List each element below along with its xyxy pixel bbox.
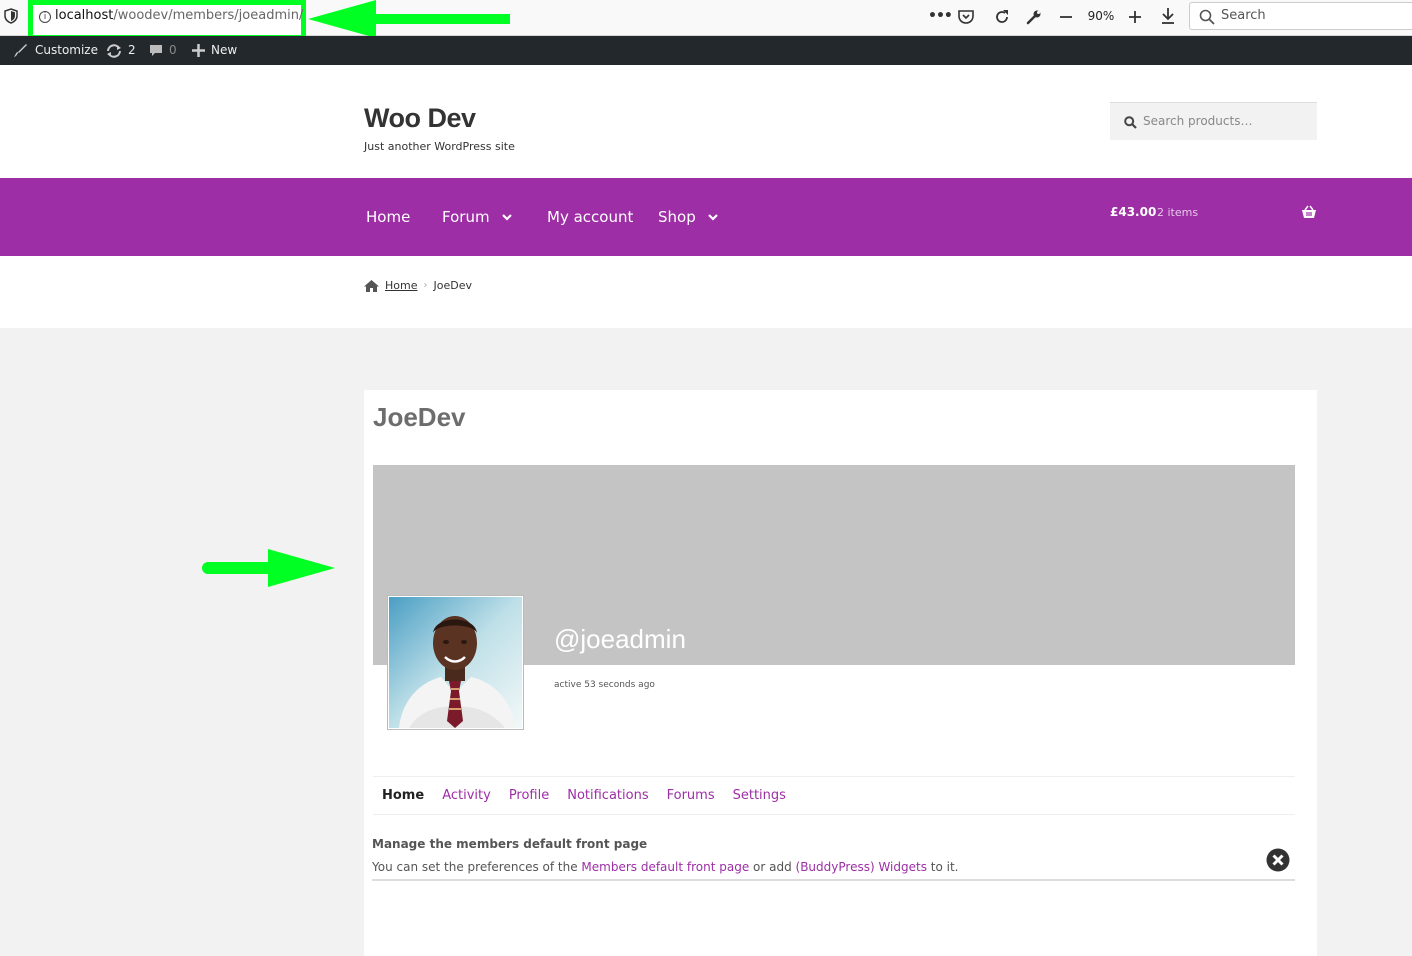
front-page-notice: Manage the members default front page Yo… bbox=[372, 834, 1295, 881]
paintbrush-icon bbox=[14, 43, 27, 57]
primary-navigation: Home Forum My account Shop £43.00 2 item… bbox=[0, 178, 1412, 256]
page-actions-icon[interactable]: ••• bbox=[928, 6, 953, 26]
notice-text-part: to it. bbox=[926, 860, 959, 874]
new-content-link[interactable]: New bbox=[192, 36, 237, 65]
zoom-in-icon[interactable] bbox=[1127, 7, 1143, 27]
customize-label: Customize bbox=[35, 43, 98, 57]
last-active-status: active 53 seconds ago bbox=[554, 680, 655, 690]
nav-item-my-account[interactable]: My account bbox=[547, 208, 633, 226]
nav-label: Home bbox=[366, 208, 411, 226]
wrench-icon[interactable] bbox=[1025, 7, 1043, 27]
breadcrumb: Home › JoeDev bbox=[364, 279, 472, 292]
header-cart[interactable]: £43.00 2 items bbox=[1110, 205, 1317, 225]
url-text[interactable]: localhost/woodev/members/joeadmin/ bbox=[55, 8, 303, 23]
cart-total: £43.00 bbox=[1110, 205, 1157, 219]
avatar[interactable] bbox=[387, 595, 524, 730]
browser-toolbar: i localhost/woodev/members/joeadmin/ •••… bbox=[0, 0, 1412, 40]
tab-notifications[interactable]: Notifications bbox=[567, 788, 648, 803]
tab-activity[interactable]: Activity bbox=[442, 788, 491, 803]
tab-profile[interactable]: Profile bbox=[509, 788, 549, 803]
url-path: /woodev/members/joeadmin/ bbox=[113, 8, 304, 23]
nav-label: Forum bbox=[442, 208, 490, 226]
basket-icon bbox=[1302, 205, 1316, 218]
new-label: New bbox=[211, 43, 238, 57]
breadcrumb-current: JoeDev bbox=[433, 279, 472, 292]
address-bar[interactable]: i localhost/woodev/members/joeadmin/ bbox=[28, 0, 306, 40]
notice-text-part: or add bbox=[749, 860, 796, 874]
nav-item-shop[interactable]: Shop bbox=[658, 208, 718, 226]
browser-search-box[interactable]: Search bbox=[1189, 2, 1412, 30]
chevron-down-icon[interactable] bbox=[501, 213, 512, 221]
comments-count: 0 bbox=[169, 43, 177, 57]
page-title: JoeDev bbox=[373, 402, 466, 432]
nav-label: My account bbox=[547, 208, 634, 226]
member-subnav: Home Activity Profile Notifications Foru… bbox=[373, 776, 1295, 815]
zoom-out-icon[interactable] bbox=[1058, 7, 1074, 27]
member-handle: @joeadmin bbox=[554, 624, 686, 654]
tracking-shield-icon[interactable] bbox=[4, 8, 18, 24]
notice-text: You can set the preferences of the Membe… bbox=[372, 860, 959, 874]
chevron-down-icon[interactable] bbox=[707, 213, 718, 221]
url-host: localhost bbox=[55, 8, 114, 23]
notice-text-part: You can set the preferences of the bbox=[372, 860, 582, 874]
reload-icon[interactable] bbox=[993, 7, 1011, 27]
download-icon[interactable] bbox=[1159, 6, 1177, 26]
annotation-arrow-icon bbox=[202, 549, 335, 587]
site-header: Woo Dev Just another WordPress site Sear… bbox=[0, 65, 1412, 178]
cart-count: 2 items bbox=[1157, 206, 1199, 219]
updates-link[interactable]: 2 bbox=[106, 36, 136, 65]
pocket-icon[interactable] bbox=[957, 7, 975, 27]
site-description: Just another WordPress site bbox=[364, 140, 515, 153]
close-icon[interactable] bbox=[1266, 848, 1290, 872]
notice-title: Manage the members default front page bbox=[372, 837, 648, 851]
comments-link[interactable]: 0 bbox=[149, 36, 177, 65]
breadcrumb-separator-icon: › bbox=[423, 280, 428, 291]
tab-home[interactable]: Home bbox=[382, 788, 424, 803]
comment-icon bbox=[150, 44, 162, 56]
product-search-placeholder: Search products… bbox=[1143, 114, 1253, 128]
tab-forums[interactable]: Forums bbox=[667, 788, 715, 803]
updates-icon bbox=[107, 43, 121, 58]
buddypress-widgets-link[interactable]: (BuddyPress) Widgets bbox=[796, 860, 927, 874]
search-icon bbox=[1199, 9, 1215, 25]
tab-settings[interactable]: Settings bbox=[733, 788, 786, 803]
avatar-photo bbox=[389, 597, 522, 728]
wp-admin-bar: Customize 2 0 New bbox=[0, 36, 1412, 65]
breadcrumb-band: Home › JoeDev bbox=[0, 256, 1412, 328]
annotation-arrow-icon bbox=[308, 0, 510, 38]
site-title[interactable]: Woo Dev bbox=[364, 103, 476, 134]
plus-icon bbox=[192, 44, 205, 57]
search-icon bbox=[1124, 116, 1137, 129]
breadcrumb-home-link[interactable]: Home bbox=[385, 279, 417, 292]
updates-count: 2 bbox=[128, 43, 136, 57]
home-icon bbox=[364, 279, 379, 292]
customize-link[interactable]: Customize bbox=[13, 36, 98, 65]
nav-label: Shop bbox=[658, 208, 696, 226]
nav-item-forum[interactable]: Forum bbox=[442, 208, 512, 226]
product-search-input[interactable]: Search products… bbox=[1110, 102, 1317, 140]
members-front-page-link[interactable]: Members default front page bbox=[581, 860, 749, 874]
member-content: JoeDev @joeadmin active 53 seconds ago H… bbox=[364, 390, 1317, 956]
nav-item-home[interactable]: Home bbox=[366, 208, 410, 226]
zoom-level[interactable]: 90% bbox=[1084, 6, 1118, 26]
browser-search-placeholder: Search bbox=[1221, 8, 1266, 23]
site-info-icon[interactable]: i bbox=[39, 11, 51, 23]
